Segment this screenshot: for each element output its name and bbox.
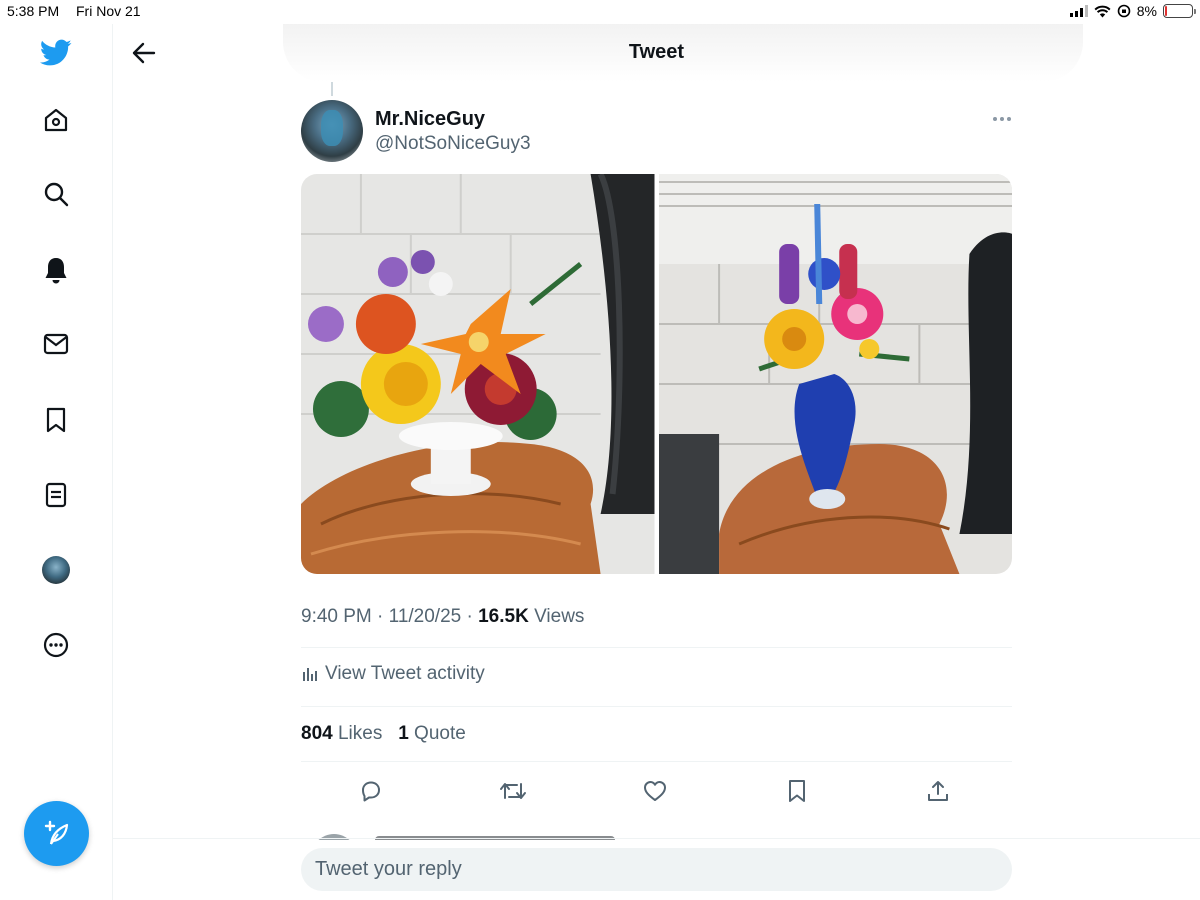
likes-stat[interactable]: 804 Likes bbox=[301, 723, 382, 744]
likes-label: Likes bbox=[337, 723, 383, 744]
share-icon bbox=[928, 781, 948, 801]
divider bbox=[301, 647, 1012, 648]
analytics-icon bbox=[303, 668, 317, 681]
tweet-time[interactable]: 9:40 PM bbox=[301, 606, 372, 627]
more-icon[interactable] bbox=[36, 625, 76, 665]
bookmark-button[interactable] bbox=[782, 776, 812, 806]
reply-icon bbox=[362, 781, 380, 802]
lists-icon[interactable] bbox=[36, 475, 76, 515]
divider bbox=[301, 706, 1012, 707]
compose-tweet-button[interactable] bbox=[24, 801, 89, 866]
meta-separator: · bbox=[377, 606, 389, 627]
like-icon bbox=[644, 781, 666, 801]
author-avatar[interactable] bbox=[301, 100, 363, 162]
reply-button[interactable] bbox=[356, 776, 386, 806]
tweet-photo-2[interactable] bbox=[658, 174, 1012, 574]
status-date: Fri Nov 21 bbox=[76, 3, 141, 19]
home-icon[interactable] bbox=[36, 100, 76, 140]
status-time: 5:38 PM bbox=[7, 3, 60, 19]
share-button[interactable] bbox=[923, 776, 953, 806]
meta-separator: · bbox=[466, 606, 479, 627]
tweet-actions bbox=[301, 776, 1012, 806]
wifi-icon bbox=[1094, 5, 1111, 17]
page-title: Tweet bbox=[628, 41, 685, 63]
sidebar-nav bbox=[0, 24, 113, 900]
search-icon[interactable] bbox=[36, 174, 76, 214]
like-button[interactable] bbox=[640, 776, 670, 806]
battery-percent: 8% bbox=[1136, 3, 1157, 19]
screen-lock-icon bbox=[1117, 4, 1131, 18]
author-handle[interactable]: @NotSoNiceGuy3 bbox=[375, 133, 531, 155]
divider bbox=[301, 761, 1012, 762]
tweet-photo-1[interactable] bbox=[301, 174, 655, 574]
messages-icon[interactable] bbox=[36, 324, 76, 364]
thread-connector bbox=[331, 82, 333, 96]
views-label: Views bbox=[534, 606, 585, 627]
likes-count: 804 bbox=[301, 723, 333, 744]
profile-avatar[interactable] bbox=[36, 550, 76, 590]
view-tweet-activity-link[interactable]: View Tweet activity bbox=[301, 663, 485, 685]
retweet-icon bbox=[500, 783, 526, 799]
quotes-stat[interactable]: 1 Quote bbox=[398, 723, 466, 744]
author-display-name[interactable]: Mr.NiceGuy bbox=[375, 108, 485, 131]
battery-icon bbox=[1163, 4, 1196, 18]
more-horizontal-icon bbox=[993, 117, 1011, 121]
quotes-count: 1 bbox=[398, 723, 409, 744]
tweet-meta: 9:40 PM · 11/20/25 · 16.5K Views bbox=[301, 606, 584, 628]
bookmarks-icon[interactable] bbox=[36, 400, 76, 440]
retweet-button[interactable] bbox=[498, 776, 528, 806]
tweet-stats: 804 Likes 1 Quote bbox=[301, 723, 466, 745]
tweet-date[interactable]: 11/20/25 bbox=[389, 606, 462, 627]
status-indicators: 8% bbox=[1069, 3, 1196, 19]
activity-label: View Tweet activity bbox=[325, 663, 485, 684]
battery-level-fill bbox=[1165, 6, 1168, 16]
feather-plus-icon bbox=[44, 820, 68, 845]
reply-bar-divider bbox=[113, 838, 1200, 839]
cellular-signal-icon bbox=[1069, 5, 1088, 17]
views-count: 16.5K bbox=[478, 606, 529, 627]
tweet-more-button[interactable] bbox=[990, 112, 1014, 126]
quotes-label: Quote bbox=[414, 723, 466, 744]
twitter-logo-icon[interactable] bbox=[36, 33, 76, 73]
status-bar: 5:38 PM Fri Nov 21 8% bbox=[0, 0, 1200, 24]
page-header: Tweet bbox=[113, 24, 1200, 82]
bookmark-icon bbox=[789, 780, 805, 802]
reply-input[interactable]: Tweet your reply bbox=[301, 848, 1012, 891]
notifications-icon[interactable] bbox=[36, 250, 76, 290]
tweet-media bbox=[301, 174, 1012, 574]
